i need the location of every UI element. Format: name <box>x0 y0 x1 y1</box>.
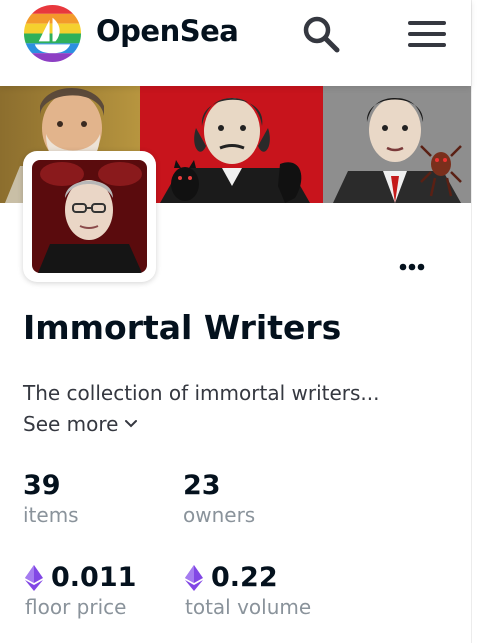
see-more-button[interactable]: See more <box>23 412 138 436</box>
ethereum-icon <box>185 564 203 591</box>
stat-owners-value: 23 <box>183 470 221 501</box>
banner-portrait-2 <box>140 86 323 203</box>
more-dots-icon[interactable] <box>396 256 428 278</box>
stat-floor-price-value: 0.011 <box>51 562 137 593</box>
brand-name[interactable]: OpenSea <box>96 14 239 48</box>
stat-items-value: 39 <box>23 470 61 501</box>
stat-total-volume-value: 0.22 <box>211 562 278 593</box>
stat-floor-price[interactable]: 0.011 floor price <box>25 562 136 619</box>
ethereum-icon <box>25 564 43 591</box>
stat-floor-price-row: 0.011 <box>25 562 136 593</box>
opensea-logo-icon[interactable] <box>23 4 82 63</box>
stat-owners[interactable]: 23 owners <box>183 470 255 527</box>
see-more-label: See more <box>23 412 119 436</box>
top-navigation-bar: OpenSea <box>0 0 471 86</box>
stat-floor-price-label: floor price <box>25 595 127 619</box>
stat-total-volume-label: total volume <box>185 595 312 619</box>
search-icon[interactable] <box>300 13 342 55</box>
hamburger-menu-icon[interactable] <box>406 18 448 50</box>
collection-description: The collection of immortal writers... <box>23 381 380 405</box>
collection-title: Immortal Writers <box>23 308 342 347</box>
stat-items-label: items <box>23 503 79 527</box>
page-edge <box>471 0 480 643</box>
stat-owners-label: owners <box>183 503 256 527</box>
collection-avatar-image <box>32 160 147 273</box>
chevron-down-icon <box>125 420 138 428</box>
stat-total-volume[interactable]: 0.22 total volume <box>185 562 311 619</box>
banner-portrait-3 <box>323 86 471 203</box>
collection-avatar[interactable] <box>23 151 156 282</box>
stat-total-volume-row: 0.22 <box>185 562 311 593</box>
stat-items[interactable]: 39 items <box>23 470 79 527</box>
